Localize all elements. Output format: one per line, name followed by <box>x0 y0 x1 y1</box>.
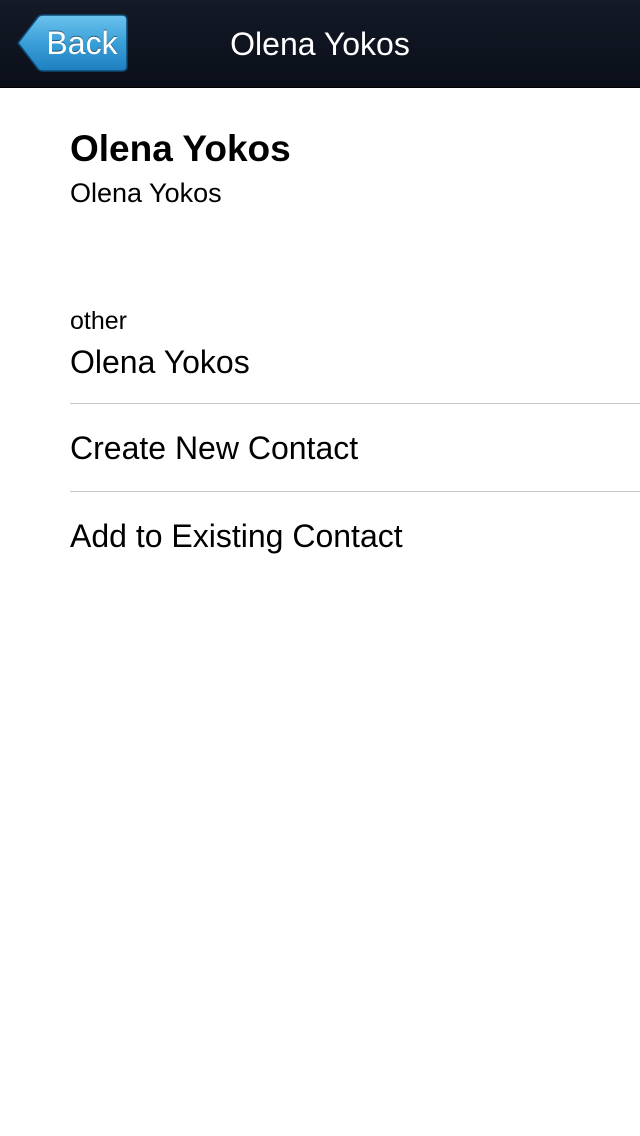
contact-name: Olena Yokos <box>70 128 291 169</box>
add-to-existing-contact-button[interactable]: Add to Existing Contact <box>70 493 640 579</box>
navigation-bar: Back Olena Yokos <box>0 0 640 88</box>
field-value-other[interactable]: Olena Yokos <box>70 344 250 381</box>
back-button[interactable]: Back <box>16 14 128 72</box>
contact-subname: Olena Yokos <box>70 178 222 208</box>
separator <box>70 403 640 404</box>
create-new-contact-button[interactable]: Create New Contact <box>70 405 640 491</box>
back-button-label: Back <box>46 25 118 61</box>
field-label-other: other <box>70 307 127 335</box>
navbar-title: Olena Yokos <box>230 26 410 62</box>
separator <box>70 491 640 492</box>
